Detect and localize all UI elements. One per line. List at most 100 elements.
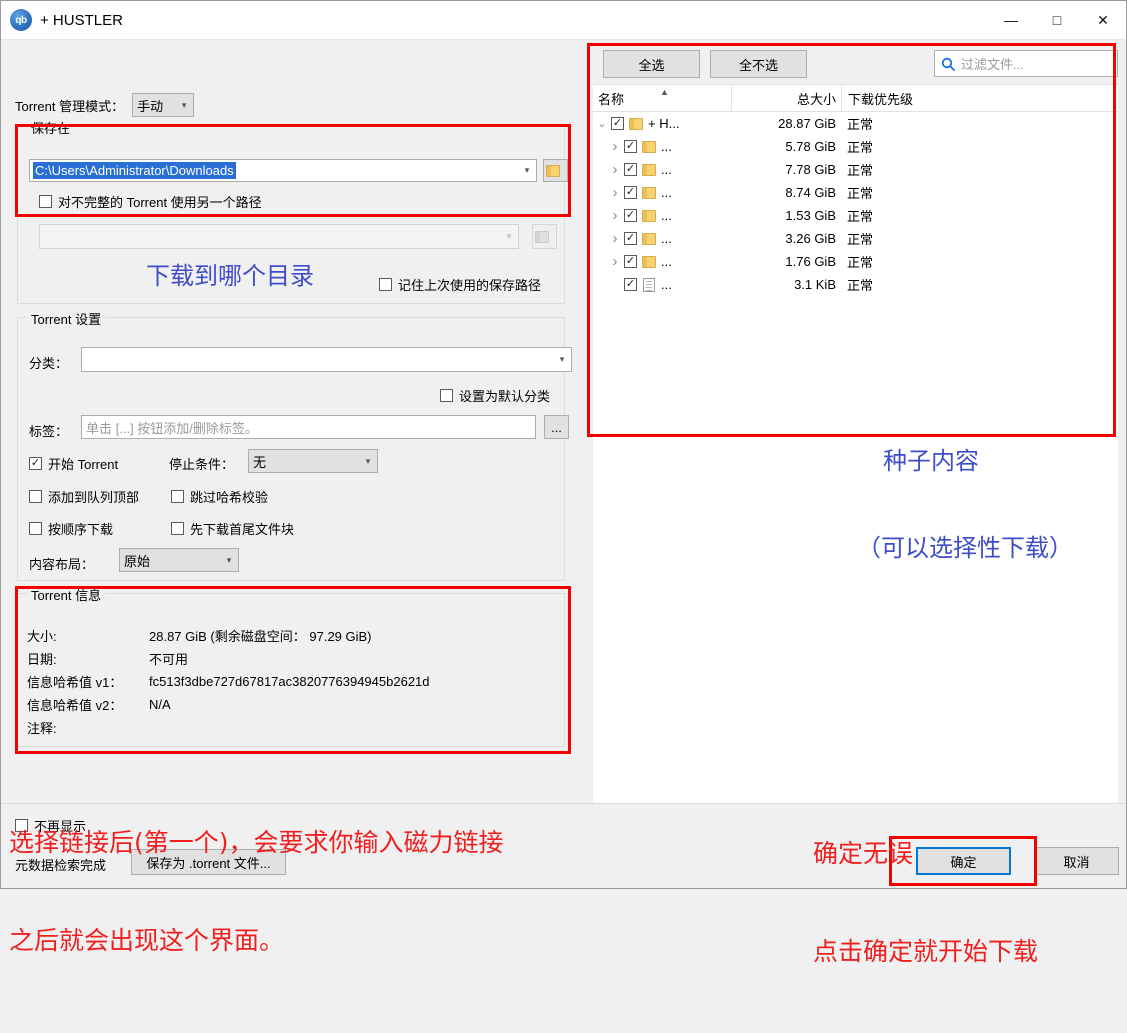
column-header-size[interactable]: 总大小 <box>731 85 841 111</box>
browse-incomplete-path-button[interactable] <box>532 224 557 249</box>
table-row[interactable]: ›... 3.26 GiB 正常 <box>593 227 1118 250</box>
file-checkbox[interactable] <box>624 209 637 222</box>
remember-path-checkbox[interactable] <box>379 278 392 291</box>
stop-condition-select[interactable]: 无 ▾ <box>248 449 378 473</box>
chevron-down-icon: ▾ <box>181 99 187 110</box>
start-torrent-label: 开始 Torrent <box>48 457 119 472</box>
incomplete-path-checkbox-row[interactable]: 对不完整的 Torrent 使用另一个路径 <box>39 192 262 211</box>
incomplete-path-combo[interactable]: ▾ <box>39 224 519 249</box>
minimize-icon[interactable]: — <box>988 1 1034 39</box>
right-panel: 全选 全不选 过滤文件... 名称 ▲ 总大小 下载优先级 ⌄ ✓ + H...… <box>585 40 1126 966</box>
sequential-download-checkbox-row[interactable]: 按顺序下载 <box>29 519 113 538</box>
chevron-right-icon[interactable]: › <box>606 184 624 201</box>
maximize-icon[interactable]: □ <box>1034 1 1080 39</box>
chevron-right-icon[interactable]: › <box>606 138 624 155</box>
sort-ascending-icon: ▲ <box>660 87 669 97</box>
incomplete-path-checkbox[interactable] <box>39 195 52 208</box>
annotation-torrent-content: 种子内容 （可以选择性下载） <box>857 388 1073 622</box>
annotation-bottom-left: 选择链接后(第一个)，会要求你输入磁力链接 之后就会出现这个界面。 <box>9 762 504 1022</box>
remember-path-checkbox-row[interactable]: 记住上次使用的保存路径 <box>379 275 541 294</box>
chevron-right-icon[interactable]: › <box>606 161 624 178</box>
torrent-info-label: 注释: <box>27 721 57 736</box>
file-name: ... <box>661 208 672 223</box>
table-row[interactable]: ›... 1.53 GiB 正常 <box>593 204 1118 227</box>
first-last-piece-checkbox[interactable] <box>171 522 184 535</box>
sequential-download-checkbox[interactable] <box>29 522 42 535</box>
column-header-priority[interactable]: 下载优先级 <box>841 85 1118 111</box>
file-size: 3.1 KiB <box>794 277 836 292</box>
chevron-down-icon: ▾ <box>524 165 530 175</box>
folder-icon <box>642 255 656 268</box>
table-row[interactable]: ›... 8.74 GiB 正常 <box>593 181 1118 204</box>
torrent-info-value: N/A <box>149 697 171 712</box>
file-tree-header: 名称 ▲ 总大小 下载优先级 <box>593 85 1118 112</box>
window-controls: — □ ✕ <box>988 1 1126 39</box>
file-list-panel: 全选 全不选 过滤文件... 名称 ▲ 总大小 下载优先级 ⌄ ✓ + H...… <box>585 40 1126 966</box>
file-checkbox[interactable] <box>624 186 637 199</box>
browse-save-path-button[interactable] <box>543 159 568 182</box>
default-category-checkbox[interactable] <box>440 389 453 402</box>
annotation-bottom-left-line2: 之后就会出现这个界面。 <box>9 925 285 955</box>
add-to-top-checkbox[interactable] <box>29 490 42 503</box>
table-row[interactable]: ›... 1.76 GiB 正常 <box>593 250 1118 273</box>
first-last-piece-checkbox-row[interactable]: 先下载首尾文件块 <box>171 519 294 538</box>
select-none-button[interactable]: 全不选 <box>710 50 807 78</box>
folder-icon <box>642 209 656 222</box>
chevron-right-icon[interactable]: › <box>606 230 624 247</box>
filter-files-input[interactable]: 过滤文件... <box>934 50 1118 77</box>
title-bar: qb + HUSTLER — □ ✕ <box>1 1 1126 40</box>
table-row[interactable]: ›... 5.78 GiB 正常 <box>593 135 1118 158</box>
add-to-top-checkbox-row[interactable]: 添加到队列顶部 <box>29 487 139 506</box>
close-icon[interactable]: ✕ <box>1080 1 1126 39</box>
torrent-info-value: 不可用 <box>149 652 189 667</box>
folder-icon <box>642 232 656 245</box>
file-name: ... <box>661 231 672 246</box>
chevron-down-icon[interactable]: ⌄ <box>593 117 611 130</box>
annotation-torrent-content-line1: 种子内容 <box>883 446 979 475</box>
default-category-checkbox-row[interactable]: 设置为默认分类 <box>440 386 550 405</box>
add-to-top-label: 添加到队列顶部 <box>48 490 140 505</box>
table-row[interactable]: ›... 7.78 GiB 正常 <box>593 158 1118 181</box>
file-checkbox[interactable] <box>611 117 624 130</box>
file-name: ... <box>661 185 672 200</box>
file-priority: 正常 <box>847 117 874 132</box>
logo-text: qb <box>15 14 27 26</box>
chevron-down-icon: ▾ <box>559 354 565 364</box>
file-checkbox[interactable] <box>624 278 637 291</box>
cancel-button[interactable]: 取消 <box>1034 847 1119 875</box>
annotation-download-dir: 下载到哪个目录 <box>146 262 314 290</box>
table-row[interactable]: ⌄ + H... 28.87 GiB 正常 <box>593 112 1118 135</box>
annotation-bottom-right: 确定无误 点击确定就开始下载 <box>813 773 1038 1033</box>
tags-browse-button[interactable]: ... <box>544 415 569 439</box>
management-mode-select[interactable]: 手动 ▾ <box>132 93 195 117</box>
file-priority: 正常 <box>847 163 874 178</box>
tags-input[interactable]: 单击 [...] 按钮添加/删除标签。 <box>81 415 536 439</box>
file-tree-rows: ⌄ + H... 28.87 GiB 正常 ›... 5.78 GiB 正常 ›... 7.78… <box>593 112 1118 296</box>
file-name: ... <box>661 139 672 154</box>
stop-condition-label: 停止条件： <box>169 457 235 472</box>
file-checkbox[interactable] <box>624 232 637 245</box>
content-layout-select[interactable]: 原始 ▾ <box>119 548 239 572</box>
skip-hash-checkbox-row[interactable]: 跳过哈希校验 <box>171 487 268 506</box>
search-icon <box>935 57 961 71</box>
file-checkbox[interactable] <box>624 255 637 268</box>
category-select[interactable]: ▾ <box>81 347 572 372</box>
content-layout-label: 内容布局： <box>29 557 95 572</box>
table-row[interactable]: ... 3.1 KiB 正常 <box>593 273 1118 296</box>
file-checkbox[interactable] <box>624 163 637 176</box>
tags-label: 标签： <box>29 424 69 439</box>
torrent-info-label: 信息哈希值 v2： <box>27 698 123 713</box>
select-all-button[interactable]: 全选 <box>603 50 700 78</box>
start-torrent-checkbox-row[interactable]: 开始 Torrent <box>29 454 118 473</box>
folder-icon <box>629 117 643 130</box>
chevron-right-icon[interactable]: › <box>606 253 624 270</box>
save-path-combo[interactable]: C:\Users\Administrator\Downloads ▾ <box>29 159 537 182</box>
start-torrent-checkbox[interactable] <box>29 457 42 470</box>
management-mode-value: 手动 <box>137 98 164 114</box>
chevron-down-icon: ▾ <box>506 231 512 241</box>
chevron-right-icon[interactable]: › <box>606 207 624 224</box>
file-checkbox[interactable] <box>624 140 637 153</box>
management-mode-label: Torrent 管理模式： <box>15 98 125 114</box>
skip-hash-checkbox[interactable] <box>171 490 184 503</box>
column-header-name[interactable]: 名称 ▲ <box>593 85 731 111</box>
